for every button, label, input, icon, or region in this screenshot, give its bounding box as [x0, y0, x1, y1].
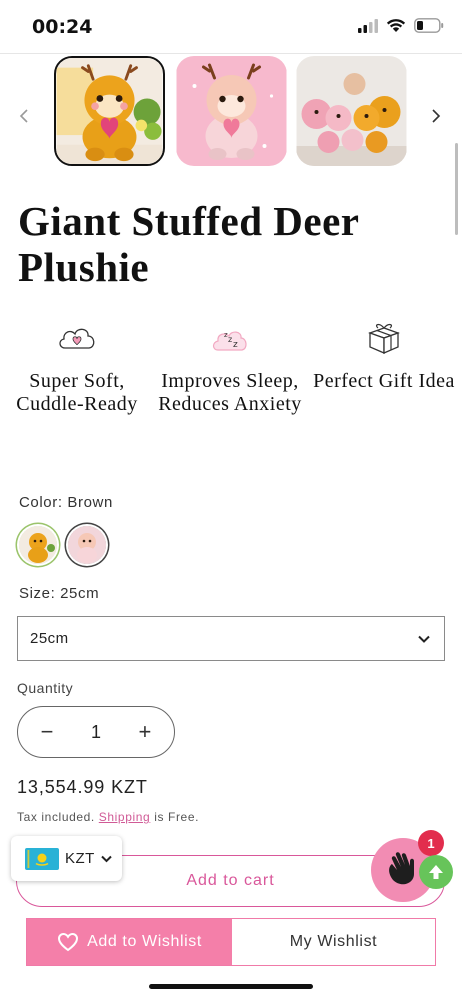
svg-text:z: z [233, 340, 238, 350]
color-label: Color: Brown [19, 494, 113, 511]
page-scrollbar[interactable] [455, 143, 458, 235]
wifi-icon [386, 19, 406, 32]
product-price: 13,554.99 KZT [17, 777, 148, 797]
tax-prefix: Tax included. [17, 810, 95, 824]
cloud-heart-icon [59, 328, 95, 349]
feature-gift-text: Perfect Gift Idea [313, 370, 455, 392]
color-swatch-pink[interactable] [68, 526, 106, 564]
thumbnail-brown-deer[interactable] [54, 56, 165, 166]
scroll-to-top-button[interactable] [419, 855, 453, 889]
gift-box-icon [368, 323, 400, 354]
kazakhstan-flag-icon [25, 847, 59, 870]
chevron-down-icon [418, 635, 430, 643]
thumbnail-deer-group[interactable] [296, 56, 407, 166]
chevron-right-icon [432, 109, 441, 123]
tax-note: Tax included. Shipping is Free. [17, 810, 199, 824]
wishlist-bar: Add to Wishlist My Wishlist [26, 918, 436, 966]
feature-soft-text: Super Soft, Cuddle-Ready [16, 370, 138, 415]
svg-text:z: z [228, 335, 232, 344]
feature-soft: Super Soft, Cuddle-Ready [2, 320, 152, 416]
sleep-cloud-icon: z z z [212, 331, 247, 351]
tax-suffix: is Free. [154, 810, 200, 824]
deer-plush-group-photo [296, 56, 407, 166]
waving-hand-icon [389, 852, 414, 885]
quantity-input[interactable]: 1 [91, 722, 101, 743]
notification-badge: 1 [418, 830, 444, 856]
add-to-wishlist-label: Add to Wishlist [87, 933, 202, 950]
size-select[interactable]: 25cm [17, 616, 445, 661]
currency-selector[interactable]: KZT [11, 836, 122, 881]
feature-highlights: Super Soft, Cuddle-Ready z z z Improves … [0, 320, 462, 470]
pink-deer-swatch-image [68, 526, 106, 564]
status-icons [358, 18, 444, 33]
feature-sleep-text: Improves Sleep, Reduces Anxiety [158, 370, 302, 415]
size-selected-value: 25cm [30, 630, 69, 647]
status-time: 00:24 [32, 16, 93, 38]
currency-code: KZT [65, 850, 95, 867]
size-label: Size: 25cm [19, 585, 100, 602]
quantity-increase-button[interactable]: + [134, 721, 156, 743]
feature-sleep: z z z Improves Sleep, Reduces Anxiety [155, 320, 305, 416]
gallery-next-button[interactable] [428, 105, 444, 127]
brown-deer-plush-photo [56, 58, 163, 164]
shipping-link[interactable]: Shipping [99, 810, 151, 824]
feature-gift: Perfect Gift Idea [309, 320, 459, 393]
product-gallery [0, 55, 462, 169]
home-indicator [149, 984, 313, 989]
gallery-prev-button[interactable] [16, 105, 32, 127]
signal-icon [358, 18, 378, 33]
chevron-down-icon [101, 855, 112, 862]
add-to-wishlist-button[interactable]: Add to Wishlist [27, 919, 232, 965]
quantity-stepper: − 1 + [17, 706, 175, 758]
header-divider [0, 53, 462, 54]
chevron-left-icon [19, 109, 28, 123]
add-to-cart-label: Add to cart [186, 872, 275, 889]
my-wishlist-label: My Wishlist [289, 933, 378, 950]
color-swatch-brown[interactable] [19, 526, 57, 564]
arrow-up-icon [429, 865, 443, 879]
my-wishlist-button[interactable]: My Wishlist [232, 919, 435, 965]
quantity-decrease-button[interactable]: − [36, 721, 58, 743]
pink-deer-plush-photo [176, 56, 287, 166]
quantity-label: Quantity [17, 680, 74, 696]
battery-icon [414, 18, 444, 33]
status-bar: 00:24 [0, 0, 462, 54]
product-title: Giant Stuffed Deer Plushie [18, 198, 359, 290]
thumbnail-pink-deer[interactable] [176, 56, 287, 166]
brown-deer-swatch-image [19, 526, 57, 564]
heart-icon [58, 932, 79, 952]
